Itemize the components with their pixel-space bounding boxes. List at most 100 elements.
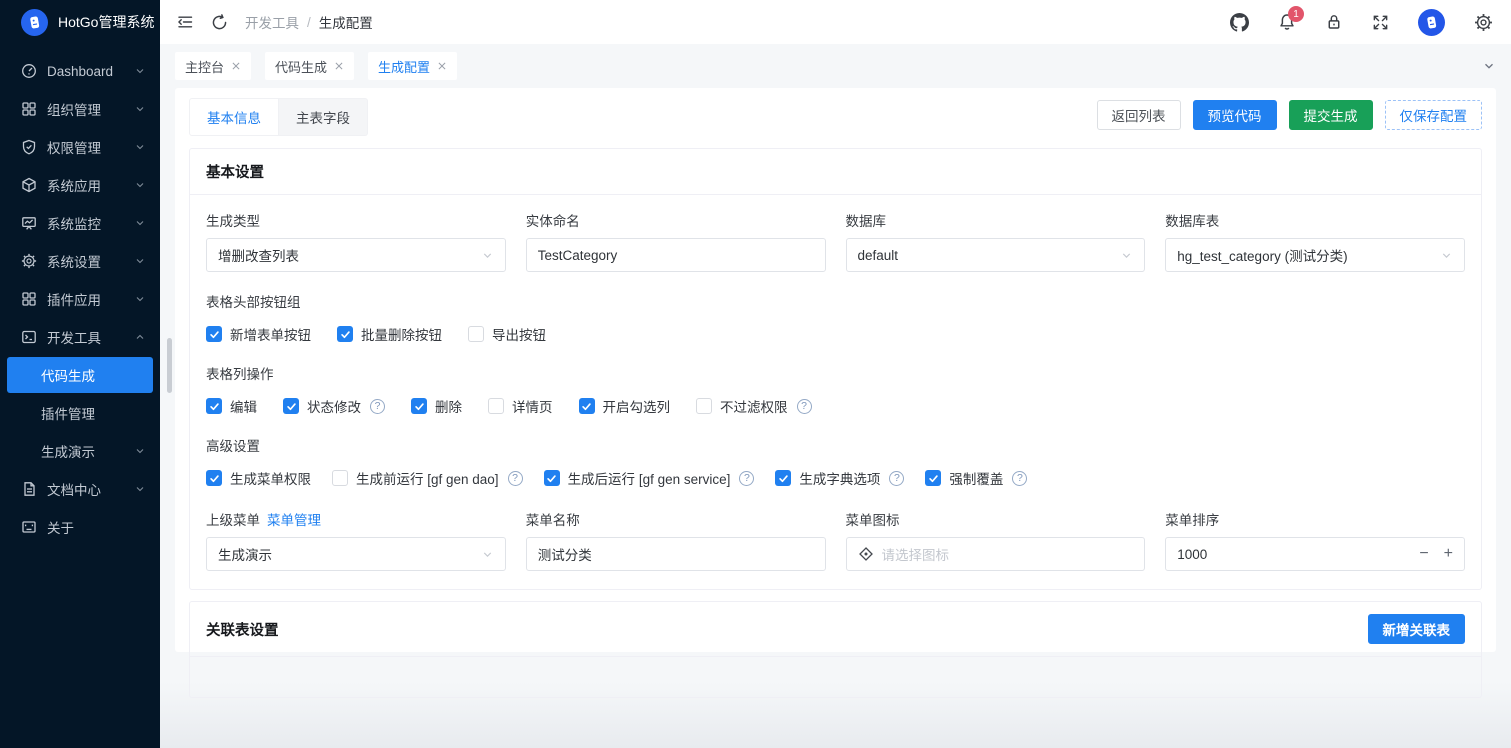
breadcrumb-parent[interactable]: 开发工具 [245,12,299,32]
checkbox-unchecked-icon [696,398,712,414]
notification-badge: 1 [1288,6,1304,22]
frame-icon [21,519,37,535]
sidebar-item-org[interactable]: 组织管理 [0,90,160,128]
chevron-down-icon [134,293,146,305]
sidebar-menu: Dashboard 组织管理 权限管理 系统应用 系统监控 系统设置 [0,44,160,546]
table-select[interactable]: hg_test_category (测试分类) [1165,238,1465,272]
chevron-down-icon [481,548,494,561]
help-icon[interactable] [508,471,523,486]
menu-icon-input[interactable]: 请选择图标 [846,537,1146,571]
fullscreen-icon[interactable] [1372,14,1389,31]
checkbox-gen-menu-auth[interactable]: 生成菜单权限 [206,468,311,488]
panel-tabs: 基本信息 主表字段 [189,98,368,136]
save-config-only-button[interactable]: 仅保存配置 [1385,100,1483,130]
checkbox-checked-icon [925,470,941,486]
logo-icon [21,9,48,36]
checkbox-run-after[interactable]: 生成后运行 [gf gen service] [544,468,755,488]
config-panel: 基本信息 主表字段 返回列表 预览代码 提交生成 仅保存配置 基本设置 生成类型… [175,88,1496,652]
tab-strip: 主控台 代码生成 生成配置 [160,44,1511,88]
close-icon[interactable] [231,61,241,71]
checkbox-run-before[interactable]: 生成前运行 [gf gen dao] [332,468,523,488]
chevron-down-icon [1120,249,1133,262]
chevron-down-icon [134,103,146,115]
field-menu-icon: 菜单图标 请选择图标 [846,509,1146,571]
checkbox-batch-delete[interactable]: 批量删除按钮 [337,324,442,344]
menu-sort-stepper[interactable]: 1000 − + [1165,537,1465,571]
plus-button[interactable]: + [1444,545,1453,563]
sidebar-item-dashboard[interactable]: Dashboard [0,52,160,90]
checkbox-delete[interactable]: 删除 [411,396,462,416]
chevron-down-icon [134,255,146,267]
checkbox-export[interactable]: 导出按钮 [468,324,546,344]
sidebar-item-monitor[interactable]: 系统监控 [0,204,160,242]
app-title: HotGo管理系统 [58,12,154,32]
help-icon[interactable] [739,471,754,486]
sidebar-subitem-gen-demo[interactable]: 生成演示 [0,432,160,470]
tab-console[interactable]: 主控台 [175,52,251,80]
checkbox-check-column[interactable]: 开启勾选列 [579,396,671,416]
chevron-down-icon [481,249,494,262]
help-icon[interactable] [370,399,385,414]
basic-settings-title: 基本设置 [190,149,1481,195]
menu-name-input[interactable]: 测试分类 [526,537,826,571]
lock-icon[interactable] [1325,13,1343,31]
icon-picker-icon[interactable] [858,546,874,562]
field-database: 数据库 default [846,210,1146,272]
sidebar-item-permission[interactable]: 权限管理 [0,128,160,166]
field-menu-name: 菜单名称 测试分类 [526,509,826,571]
checkbox-status-edit[interactable]: 状态修改 [283,396,385,416]
avatar[interactable] [1418,9,1445,36]
advanced-group: 生成菜单权限 生成前运行 [gf gen dao] 生成后运行 [gf gen … [206,468,1465,488]
database-select[interactable]: default [846,238,1146,272]
header-buttons-group: 新增表单按钮 批量删除按钮 导出按钮 [206,324,1465,344]
chevron-down-icon [1440,249,1453,262]
checkbox-no-filter-auth[interactable]: 不过滤权限 [696,396,812,416]
entity-name-input[interactable]: TestCategory [526,238,826,272]
checkbox-detail-page[interactable]: 详情页 [488,396,553,416]
checkbox-unchecked-icon [332,470,348,486]
refresh-icon[interactable] [211,14,228,31]
topbar: 开发工具 / 生成配置 1 [160,0,1511,44]
sidebar-subitem-plugin-manage[interactable]: 插件管理 [0,394,160,432]
close-icon[interactable] [437,61,447,71]
help-icon[interactable] [1012,471,1027,486]
sidebar-item-system-app[interactable]: 系统应用 [0,166,160,204]
add-relation-table-button[interactable]: 新增关联表 [1368,614,1466,644]
sidebar-item-about[interactable]: 关于 [0,508,160,546]
parent-menu-select[interactable]: 生成演示 [206,537,506,571]
gen-type-select[interactable]: 增删改查列表 [206,238,506,272]
checkbox-dict-options[interactable]: 生成字典选项 [775,468,904,488]
checkbox-unchecked-icon [488,398,504,414]
gear-icon[interactable] [1474,13,1493,32]
github-icon[interactable] [1230,13,1249,32]
app-logo[interactable]: HotGo管理系统 [0,0,160,44]
submit-generate-button[interactable]: 提交生成 [1289,100,1373,130]
tab-gen-config[interactable]: 生成配置 [368,52,457,80]
main-content: 基本信息 主表字段 返回列表 预览代码 提交生成 仅保存配置 基本设置 生成类型… [160,88,1511,748]
checkbox-force-overwrite[interactable]: 强制覆盖 [925,468,1027,488]
checkbox-add-form[interactable]: 新增表单按钮 [206,324,311,344]
minus-button[interactable]: − [1419,545,1428,563]
tab-codegen[interactable]: 代码生成 [265,52,354,80]
sidebar-item-settings[interactable]: 系统设置 [0,242,160,280]
scrollbar-thumb[interactable] [167,338,172,393]
tabs-dropdown-icon[interactable] [1482,59,1496,73]
sidebar-item-plugins[interactable]: 插件应用 [0,280,160,318]
tab-basic-info[interactable]: 基本信息 [189,98,279,136]
sidebar-subitem-codegen[interactable]: 代码生成 [7,357,153,393]
grid-icon [21,101,37,117]
help-icon[interactable] [797,399,812,414]
tab-main-fields[interactable]: 主表字段 [279,98,368,136]
sidebar-item-docs[interactable]: 文档中心 [0,470,160,508]
menu-manage-link[interactable]: 菜单管理 [267,509,321,529]
checkbox-edit[interactable]: 编辑 [206,396,257,416]
sidebar-item-devtools[interactable]: 开发工具 [0,318,160,356]
close-icon[interactable] [334,61,344,71]
help-icon[interactable] [889,471,904,486]
back-to-list-button[interactable]: 返回列表 [1097,100,1181,130]
relation-table-title: 关联表设置 [206,619,279,640]
bell-icon[interactable]: 1 [1278,13,1296,31]
preview-code-button[interactable]: 预览代码 [1193,100,1277,130]
chevron-down-icon [134,483,146,495]
menu-collapse-icon[interactable] [176,13,194,31]
